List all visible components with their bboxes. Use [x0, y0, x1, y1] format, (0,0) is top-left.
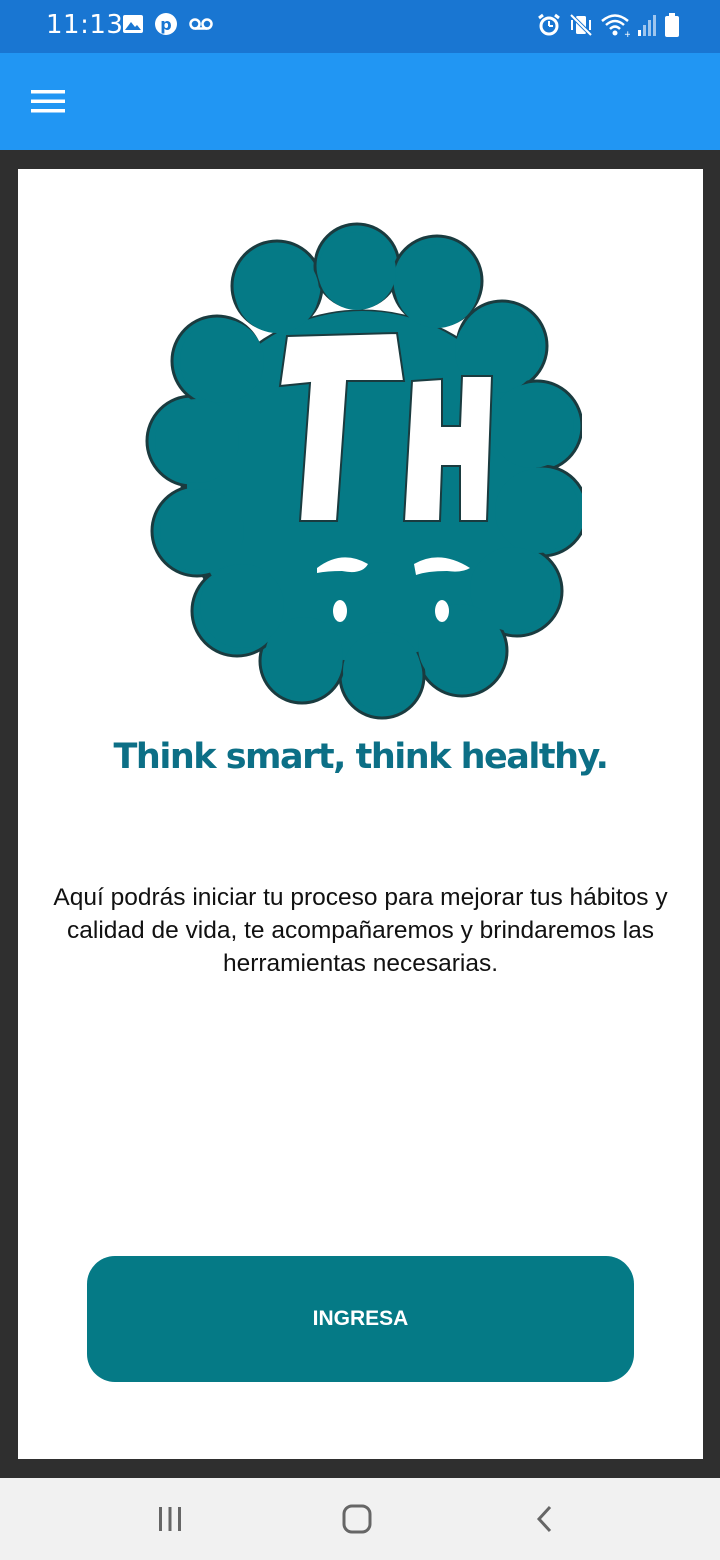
ingresa-button[interactable]: INGRESA	[87, 1256, 634, 1382]
back-button[interactable]	[515, 1496, 575, 1542]
welcome-card: Think smart, think healthy. Aquí podrás …	[18, 169, 703, 1459]
pinterest-icon: p	[155, 13, 177, 35]
hamburger-menu-icon	[31, 90, 65, 113]
wifi-icon: +	[601, 14, 630, 38]
status-right-icons: +	[536, 12, 680, 38]
welcome-description: Aquí podrás iniciar tu proceso para mejo…	[53, 884, 668, 977]
svg-text:+: +	[624, 30, 630, 38]
th-mascot-logo	[145, 222, 589, 720]
tagline: Think smart, think healthy.	[113, 737, 609, 777]
status-bar: 11:13 p +	[0, 0, 720, 53]
image-icon	[123, 15, 143, 33]
home-icon	[342, 1504, 372, 1534]
app-logo	[142, 221, 589, 721]
battery-icon	[665, 13, 679, 37]
vibrate-mute-icon	[569, 13, 593, 37]
system-nav-bar	[0, 1478, 720, 1560]
alarm-icon	[538, 13, 560, 36]
status-left-icons: p	[122, 12, 214, 36]
recent-apps-button[interactable]	[140, 1496, 200, 1542]
signal-icon	[638, 15, 656, 36]
voicemail-icon	[189, 18, 213, 30]
menu-button[interactable]	[20, 75, 76, 127]
home-button[interactable]	[327, 1496, 387, 1542]
back-icon	[536, 1505, 552, 1533]
status-time: 11:13	[46, 10, 124, 40]
recent-apps-icon	[159, 1507, 181, 1531]
app-toolbar	[0, 53, 720, 150]
svg-text:p: p	[160, 15, 171, 34]
